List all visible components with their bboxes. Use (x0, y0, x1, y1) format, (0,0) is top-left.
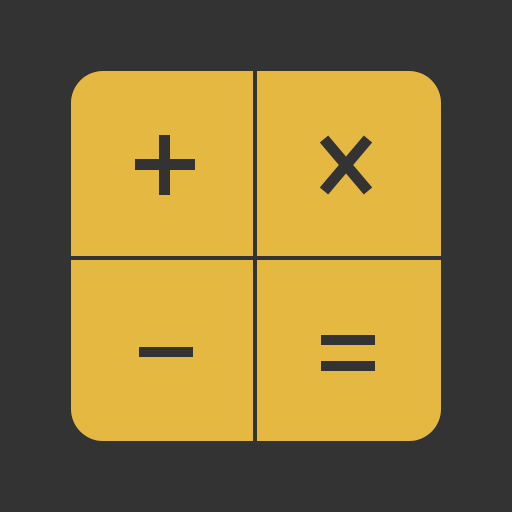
minus-icon (133, 320, 197, 384)
plus-icon (133, 133, 197, 197)
horizontal-divider (71, 256, 441, 260)
equals-icon (318, 320, 382, 384)
times-icon (318, 133, 374, 197)
icon-canvas (0, 0, 512, 512)
